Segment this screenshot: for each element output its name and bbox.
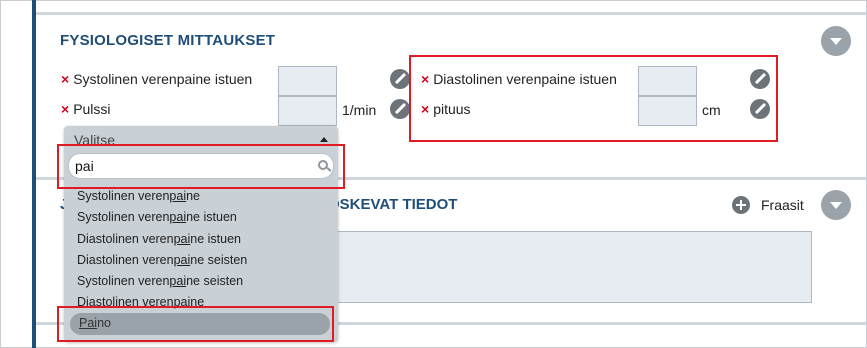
- pulse-label: Pulssi: [73, 101, 111, 117]
- dropdown-option[interactable]: Systolinen verenpaine istuen: [68, 207, 334, 228]
- systolic-label: Systolinen verenpaine istuen: [73, 71, 253, 87]
- pulse-input[interactable]: [278, 96, 337, 126]
- collapse-section-physio-button[interactable]: [821, 26, 851, 56]
- highlight-box-selected: [57, 306, 334, 342]
- pulse-row: × Pulssi: [61, 101, 111, 121]
- section-title-2-end: OSKEVAT TIEDOT: [328, 196, 458, 213]
- dropdown-option[interactable]: Systolinen verenpaine seisten: [68, 271, 334, 292]
- required-icon: ×: [61, 71, 70, 87]
- dropdown-option[interactable]: Systolinen verenpaine: [68, 186, 334, 207]
- required-icon: ×: [61, 101, 70, 117]
- pulse-unit: 1/min: [342, 102, 377, 118]
- phrases-label[interactable]: Fraasit: [761, 197, 804, 213]
- systolic-row: × Systolinen verenpaine istuen: [61, 71, 252, 91]
- highlight-box-search: [57, 144, 345, 189]
- divider-top: [36, 12, 867, 15]
- systolic-edit-icon[interactable]: [390, 69, 410, 89]
- dropdown-option[interactable]: Diastolinen verenpaine seisten: [68, 250, 334, 271]
- section-2-textarea[interactable]: [334, 231, 812, 303]
- dropdown-options: Systolinen verenpaine Systolinen verenpa…: [68, 186, 334, 335]
- collapse-section-2-button[interactable]: [821, 190, 851, 220]
- highlight-box-diastolic-height: [409, 55, 778, 142]
- section-title-physio: FYSIOLOGISET MITTAUKSET: [60, 32, 276, 49]
- caret-up-icon[interactable]: [320, 137, 328, 142]
- left-accent-bar: [32, 0, 36, 348]
- dropdown-option[interactable]: Diastolinen verenpaine istuen: [68, 229, 334, 250]
- pulse-edit-icon[interactable]: [390, 99, 410, 119]
- add-phrase-icon[interactable]: [732, 196, 750, 214]
- systolic-input[interactable]: [278, 66, 337, 96]
